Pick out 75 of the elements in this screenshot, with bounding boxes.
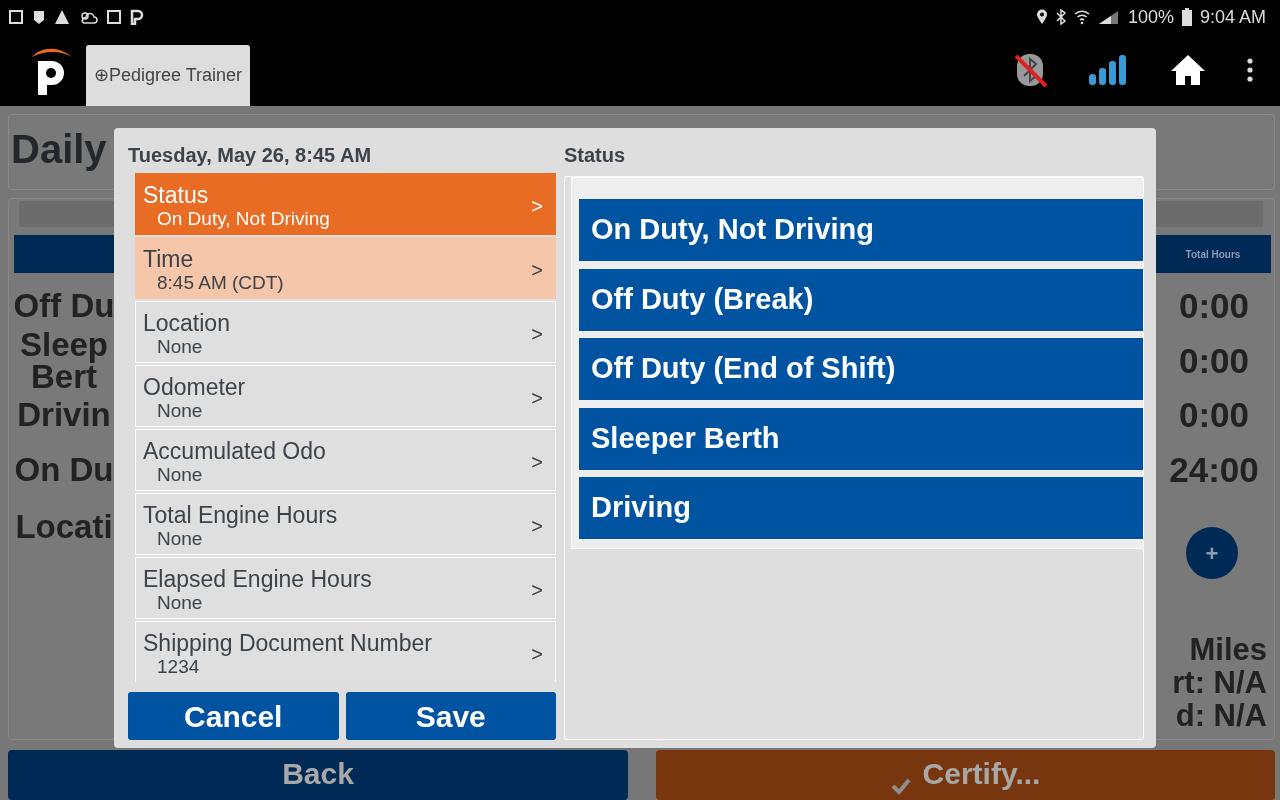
clock: 9:04 AM	[1199, 5, 1266, 29]
field-row[interactable]: Total Engine Hours None >	[135, 493, 556, 555]
certify-button[interactable]: Certify...	[656, 750, 1275, 800]
field-label: Status	[143, 182, 210, 208]
bluetooth-icon	[1055, 9, 1066, 25]
field-value: None	[156, 400, 204, 422]
field-label: Time	[143, 246, 195, 272]
badge-icon	[32, 9, 46, 25]
field-value: None	[156, 464, 204, 486]
total-hours: 24:00	[1168, 448, 1260, 491]
bluetooth-off-icon[interactable]	[1014, 52, 1048, 88]
wifi-icon	[1073, 9, 1090, 25]
battery-icon	[1181, 8, 1192, 26]
more-menu-icon[interactable]	[1246, 58, 1254, 82]
field-value: 1234	[156, 656, 201, 678]
chevron-text: >	[531, 322, 543, 347]
status-option[interactable]: Off Duty (End of Shift)	[579, 338, 1143, 400]
field-row[interactable]: Odometer None >	[135, 365, 556, 427]
chevron-text: >	[531, 642, 543, 667]
chevron-text: >	[531, 578, 543, 603]
total-hours: 0:00	[1177, 285, 1251, 327]
field-label: Total Engine Hours	[143, 502, 338, 528]
status-label: On Du	[14, 453, 114, 486]
status-option[interactable]: Sleeper Berth	[579, 407, 1143, 470]
field-value: None	[156, 592, 204, 614]
weather-icon	[78, 9, 98, 25]
location-label: Locati	[15, 508, 113, 545]
status-label: Off Du	[13, 290, 115, 323]
field-value: None	[156, 528, 204, 550]
status-label: Drivin	[17, 399, 111, 432]
chevron-text: >	[531, 450, 543, 475]
field-label: Accumulated Odo	[143, 438, 326, 464]
field-label: Elapsed Engine Hours	[143, 566, 372, 592]
cancel-button[interactable]: Cancel	[128, 692, 339, 740]
status-option[interactable]: On Duty, Not Driving	[579, 199, 1143, 261]
field-value: 8:45 AM (CDT)	[156, 272, 284, 294]
total-hours: 0:00	[1177, 339, 1251, 382]
home-icon[interactable]	[1170, 54, 1206, 86]
status-option[interactable]: Off Duty (Break)	[579, 268, 1143, 331]
save-button[interactable]: Save	[345, 692, 556, 740]
panel-title: Status	[564, 143, 627, 168]
app-icon	[130, 9, 144, 25]
signal-icon	[1097, 9, 1120, 25]
field-value: On Duty, Not Driving	[156, 208, 330, 230]
field-row[interactable]: Shipping Document Number 1234 >	[135, 621, 556, 682]
add-button[interactable]: +	[1186, 527, 1238, 579]
battery-level: 100%	[1127, 5, 1174, 29]
chevron-text: >	[531, 258, 543, 283]
mileage-text: Miles	[1189, 633, 1268, 666]
dialog-date: Tuesday, May 26, 8:45 AM	[128, 143, 373, 168]
chevron-text: >	[531, 386, 543, 411]
total-hours: 0:00	[1177, 394, 1251, 436]
square-icon	[8, 9, 24, 25]
field-label: Location	[143, 310, 230, 336]
field-row[interactable]: Accumulated Odo None >	[135, 429, 556, 491]
column-header: Total Hours	[1184, 247, 1242, 262]
status-label: Sleep	[19, 328, 108, 361]
field-label: Shipping Document Number	[143, 630, 432, 656]
mileage-text: rt: N/A	[1172, 666, 1268, 699]
page-title: Daily	[10, 126, 107, 173]
field-row[interactable]: Time 8:45 AM (CDT) >	[135, 237, 556, 299]
status-option[interactable]: Driving	[579, 477, 1143, 539]
chevron-text: >	[531, 514, 543, 539]
mileage-text: d: N/A	[1175, 699, 1268, 732]
field-row[interactable]: Elapsed Engine Hours None >	[135, 557, 556, 619]
app-tab[interactable]: ⊕Pedigree Trainer	[86, 45, 251, 106]
location-icon	[1035, 9, 1048, 25]
square-icon	[106, 9, 122, 25]
field-value: None	[156, 336, 204, 358]
field-label: Odometer	[143, 374, 246, 400]
field-row[interactable]: Location None >	[135, 301, 556, 363]
chevron-text: >	[531, 194, 543, 219]
back-button[interactable]: Back	[8, 750, 628, 800]
check-icon	[890, 776, 911, 796]
warning-icon	[54, 9, 70, 25]
